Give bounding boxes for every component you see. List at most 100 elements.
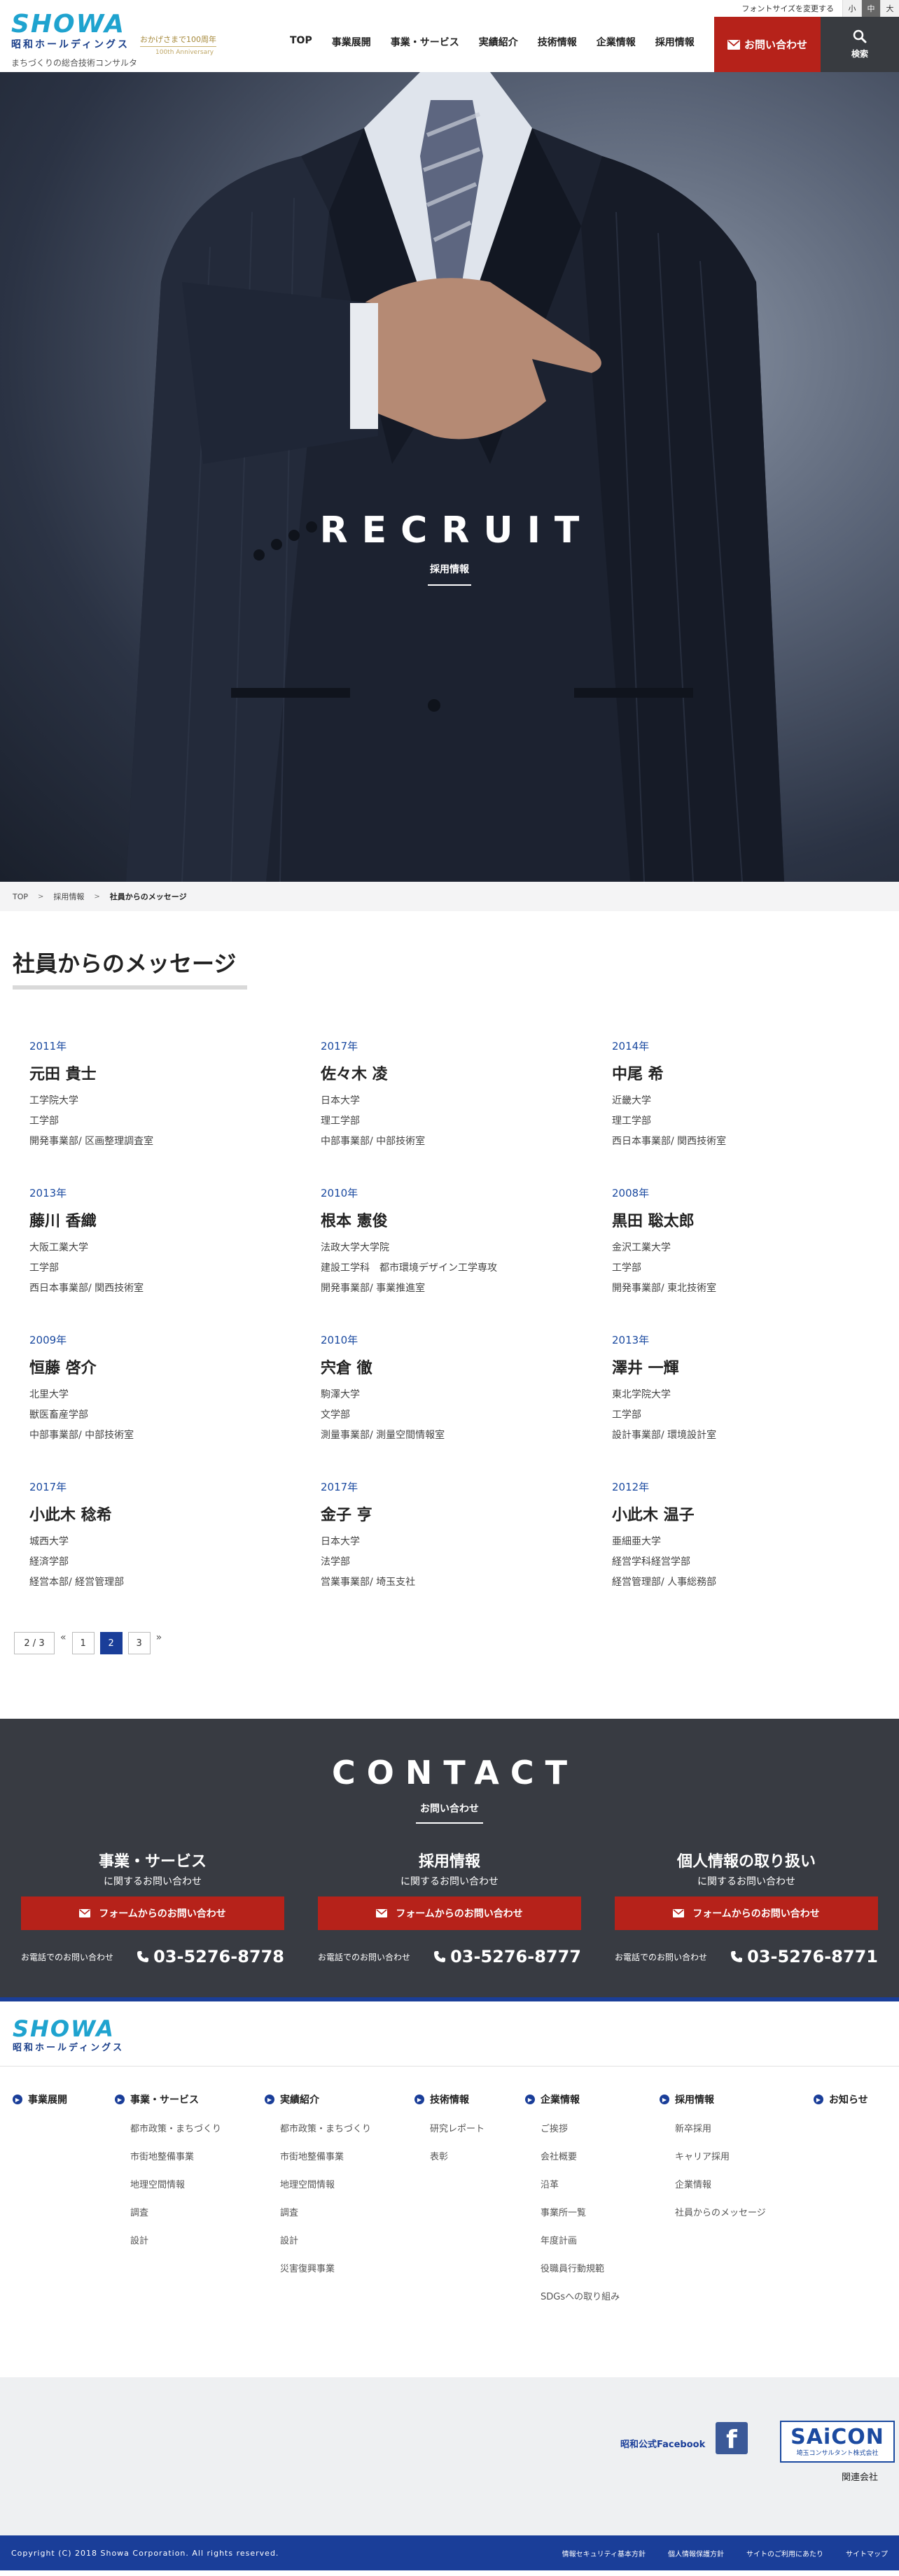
chevron-right-icon: ▶ (115, 2095, 125, 2104)
staff-card[interactable]: 2009年 恒藤 啓介 北里大学 獣医畜産学部 中部事業部/ 中部技術室 (29, 1332, 321, 1446)
staff-card[interactable]: 2012年 小此木 温子 亜細亜大学 経営学科経営学部 経営管理部/ 人事総務部 (612, 1479, 899, 1593)
nav-top[interactable]: TOP (280, 35, 322, 49)
footer-link[interactable]: 災害復興事業 (265, 2261, 371, 2274)
hero-title: RECRUIT (319, 509, 594, 551)
terms-of-use-link[interactable]: サイトのご利用にあたり (746, 2548, 823, 2559)
font-size-small-button[interactable]: 小 (842, 0, 861, 17)
breadcrumb-recruit[interactable]: 採用情報 (53, 891, 84, 902)
nav-services[interactable]: 事業・サービス (381, 35, 469, 49)
nav-works[interactable]: 実績紹介 (469, 35, 528, 49)
staff-year: 2017年 (321, 1040, 358, 1053)
footer-link[interactable]: 設計 (265, 2233, 371, 2246)
footer-link[interactable]: SDGsへの取り組み (525, 2289, 620, 2302)
footer-link[interactable]: 市街地整備事業 (265, 2149, 371, 2162)
footer-link[interactable]: 会社概要 (525, 2149, 620, 2162)
footer-link[interactable]: 都市政策・まちづくり (265, 2121, 371, 2134)
footer-link[interactable]: キャリア採用 (660, 2149, 766, 2162)
pagination-prev-button[interactable]: « (60, 1632, 67, 1643)
contact-form-button[interactable]: フォームからのお問い合わせ (318, 1896, 581, 1930)
staff-year: 2013年 (612, 1334, 650, 1346)
contact-form-label: フォームからのお問い合わせ (99, 1908, 226, 1920)
global-nav: TOP 事業展開 事業・サービス 実績紹介 技術情報 企業情報 採用情報 (280, 35, 704, 49)
staff-card[interactable]: 2011年 元田 貴士 工学院大学 工学部 開発事業部/ 区画整理調査室 (29, 1039, 321, 1152)
header-contact-button[interactable]: お問い合わせ (714, 17, 821, 72)
staff-name: 澤井 一輝 (612, 1360, 679, 1377)
footer-heading[interactable]: ▶ 事業展開 (13, 2092, 67, 2106)
nav-company[interactable]: 企業情報 (587, 35, 646, 49)
logo-company-name: 昭和ホールディングス (11, 39, 130, 50)
header-search-button[interactable]: 検索 (821, 17, 899, 72)
staff-card[interactable]: 2014年 中尾 希 近畿大学 理工学部 西日本事業部/ 関西技術室 (612, 1039, 899, 1152)
footer-logo[interactable]: SHOWA 昭和ホールディングス (13, 2018, 124, 2053)
footer-heading[interactable]: ▶ お知らせ (814, 2092, 868, 2106)
pagination-page-3[interactable]: 3 (127, 1632, 151, 1654)
footer-link[interactable]: 地理空間情報 (265, 2177, 371, 2190)
footer-link[interactable]: 役職員行動規範 (525, 2261, 620, 2274)
staff-card[interactable]: 2008年 黒田 聡太郎 金沢工業大学 工学部 開発事業部/ 東北技術室 (612, 1185, 899, 1299)
staff-year: 2013年 (29, 1187, 67, 1199)
staff-department: 中部事業部/ 中部技術室 (29, 1430, 134, 1441)
contact-tel-link[interactable]: 03-5276-8778 (137, 1947, 284, 1966)
footer-link[interactable]: 沿革 (525, 2177, 620, 2190)
staff-card[interactable]: 2017年 佐々木 凌 日本大学 理工学部 中部事業部/ 中部技術室 (321, 1039, 612, 1152)
staff-name: 藤川 香織 (29, 1213, 97, 1230)
footer-link[interactable]: 研究レポート (414, 2121, 485, 2134)
footer-link[interactable]: 市街地整備事業 (115, 2149, 221, 2162)
contact-tel-row: お電話でのお問い合わせ 03-5276-8771 (615, 1947, 878, 1966)
contact-form-button[interactable]: フォームからのお問い合わせ (615, 1896, 878, 1930)
facebook-icon[interactable]: f (716, 2422, 748, 2454)
staff-university: 東北学院大学 (612, 1389, 671, 1400)
pagination-page-1[interactable]: 1 (71, 1632, 95, 1654)
staff-card[interactable]: 2013年 澤井 一輝 東北学院大学 工学部 設計事業部/ 環境設計室 (612, 1332, 899, 1446)
saicon-banner[interactable]: SAiCON 埼玉コンサルタント株式会社 (780, 2421, 895, 2463)
breadcrumb: TOP > 採用情報 > 社員からのメッセージ (0, 882, 899, 911)
footer-heading[interactable]: ▶ 事業・サービス (115, 2092, 221, 2106)
footer-link[interactable]: 事業所一覧 (525, 2205, 620, 2218)
staff-faculty: 獣医畜産学部 (29, 1409, 88, 1421)
font-size-large-button[interactable]: 大 (880, 0, 899, 17)
nav-business-development[interactable]: 事業展開 (322, 35, 381, 49)
footer-logo-name: 昭和ホールディングス (13, 2043, 125, 2053)
sitemap-link[interactable]: サイトマップ (846, 2548, 888, 2559)
footer-heading[interactable]: ▶ 技術情報 (414, 2092, 485, 2106)
staff-card[interactable]: 2013年 藤川 香織 大阪工業大学 工学部 西日本事業部/ 関西技術室 (29, 1185, 321, 1299)
staff-university: 亜細亜大学 (612, 1536, 661, 1547)
contact-tel-link[interactable]: 03-5276-8771 (730, 1947, 878, 1966)
footer-link[interactable]: 企業情報 (660, 2177, 766, 2190)
footer-link[interactable]: 表彰 (414, 2149, 485, 2162)
staff-year: 2010年 (321, 1334, 358, 1346)
staff-university: 大阪工業大学 (29, 1242, 88, 1253)
footer-link[interactable]: 社員からのメッセージ (660, 2205, 766, 2218)
facebook-link-label[interactable]: 昭和公式Facebook (620, 2437, 705, 2450)
nav-recruit[interactable]: 採用情報 (646, 35, 704, 49)
contact-form-button[interactable]: フォームからのお問い合わせ (21, 1896, 284, 1930)
footer-link[interactable]: 調査 (115, 2205, 221, 2218)
pagination-next-button[interactable]: » (156, 1632, 162, 1643)
footer-heading[interactable]: ▶ 企業情報 (525, 2092, 620, 2106)
staff-card[interactable]: 2010年 根本 憲俊 法政大学大学院 建設工学科 都市環境デザイン工学専攻 開… (321, 1185, 612, 1299)
footer-link[interactable]: 都市政策・まちづくり (115, 2121, 221, 2134)
footer-heading[interactable]: ▶ 採用情報 (660, 2092, 766, 2106)
contact-tel-link[interactable]: 03-5276-8777 (433, 1947, 581, 1966)
footer-link[interactable]: 年度計画 (525, 2233, 620, 2246)
footer-column-works: ▶ 実績紹介 都市政策・まちづくり 市街地整備事業 地理空間情報 調査 設計 災害… (265, 2092, 371, 2274)
font-size-medium-button[interactable]: 中 (861, 0, 880, 17)
footer-link[interactable]: 調査 (265, 2205, 371, 2218)
footer-link[interactable]: ご挨拶 (525, 2121, 620, 2134)
contact-column-heading: 事業・サービス (98, 1853, 207, 1871)
copyright-bar: Copyright (C) 2018 Showa Corporation. Al… (0, 2535, 899, 2570)
breadcrumb-top[interactable]: TOP (13, 892, 28, 901)
footer-heading-label: 企業情報 (541, 2095, 580, 2106)
footer-link[interactable]: 設計 (115, 2233, 221, 2246)
security-policy-link[interactable]: 情報セキュリティ基本方針 (562, 2548, 646, 2559)
staff-card[interactable]: 2017年 金子 亨 日本大学 法学部 営業事業部/ 埼玉支社 (321, 1479, 612, 1593)
footer-column-technology: ▶ 技術情報 研究レポート 表彰 (414, 2092, 485, 2162)
staff-card[interactable]: 2017年 小此木 稔希 城西大学 経済学部 経営本部/ 経営管理部 (29, 1479, 321, 1593)
staff-card[interactable]: 2010年 宍倉 徹 駒澤大学 文学部 測量事業部/ 測量空間情報室 (321, 1332, 612, 1446)
footer-link[interactable]: 新卒採用 (660, 2121, 766, 2134)
privacy-policy-link[interactable]: 個人情報保護方針 (668, 2548, 724, 2559)
footer-link[interactable]: 地理空間情報 (115, 2177, 221, 2190)
nav-technology[interactable]: 技術情報 (528, 35, 587, 49)
footer-heading[interactable]: ▶ 実績紹介 (265, 2092, 371, 2106)
footer-heading-label: 技術情報 (430, 2095, 469, 2106)
